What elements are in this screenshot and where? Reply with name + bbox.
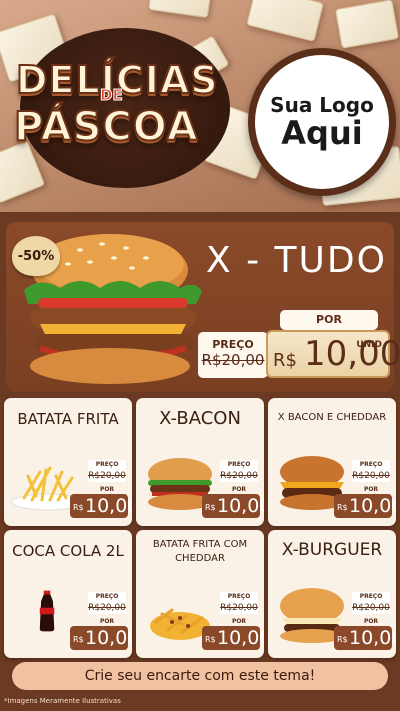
white-chocolate-piece	[334, 0, 400, 49]
currency: R$	[337, 635, 348, 644]
white-chocolate-piece	[246, 0, 324, 42]
product-card: COCA COLA 2L PREÇO R$20,00 POR R$ 10,00	[4, 530, 132, 658]
title-de: DE	[100, 86, 124, 105]
new-price: 10,00	[349, 627, 396, 649]
product-card: X-BURGUER PREÇO R$20,00 POR R$ 10,00	[268, 530, 396, 658]
por-label: POR	[280, 310, 378, 330]
product-name: X BACON E CHEDDAR	[277, 412, 387, 423]
new-price-tag: R$ 10,00	[70, 494, 132, 518]
price-label: PREÇO	[88, 592, 126, 602]
cta-banner[interactable]: Crie seu encarte com este tema!	[12, 662, 388, 690]
product-card: X-BACON PREÇO R$20,00 POR R$ 10,00	[136, 398, 264, 526]
old-price: R$20,00	[220, 602, 258, 614]
por-label: POR	[231, 618, 247, 625]
old-price: R$20,00	[88, 602, 126, 614]
new-price-tag: R$ 10,00	[70, 626, 132, 650]
new-price: 10,00	[304, 334, 400, 374]
new-price-tag: R$ 10,00	[334, 494, 396, 518]
por-label: POR	[99, 618, 115, 625]
soda-bottle-icon	[39, 590, 55, 632]
old-price: R$20,00	[352, 602, 390, 614]
product-card: X BACON E CHEDDAR PREÇO R$20,00 POR R$ 1…	[268, 398, 396, 526]
new-price-tag: R$ 10,00 UNID	[266, 330, 400, 378]
old-price: R$20,00	[220, 470, 258, 482]
price-label: PREÇO	[352, 460, 390, 470]
old-price: R$20,00	[88, 470, 126, 482]
price-label: PREÇO	[212, 338, 254, 351]
white-chocolate-piece	[148, 0, 212, 19]
product-name: X-BURGUER	[281, 540, 383, 560]
unit-label: UNID	[356, 340, 382, 350]
old-price: R$20,00	[201, 351, 265, 369]
new-price-tag: R$ 10,00	[334, 626, 396, 650]
price-label: PREÇO	[220, 460, 258, 470]
por-label: POR	[363, 618, 379, 625]
logo-placeholder: Sua Logo Aqui	[248, 48, 396, 196]
new-price: 10,00	[85, 627, 132, 649]
product-name: BATATA FRITA	[17, 410, 119, 428]
discount-badge: -50%	[12, 236, 60, 276]
new-price-tag: R$ 10,00	[202, 626, 264, 650]
header-banner: DELÍCIAS DE PÁSCOA Sua Logo Aqui	[0, 0, 400, 212]
old-price: R$20,00	[352, 470, 390, 482]
logo-text-line2: Aqui	[281, 114, 363, 153]
new-price-tag: R$ 10,00	[202, 494, 264, 518]
price-tag-old: PREÇO R$20,00	[198, 332, 268, 378]
title-pascoa: PÁSCOA	[13, 103, 199, 151]
new-price: 10,00	[217, 627, 264, 649]
new-price: 10,00	[217, 495, 264, 517]
currency: R$	[205, 503, 216, 512]
currency: R$	[273, 350, 297, 371]
product-name: COCA COLA 2L	[12, 542, 124, 560]
footnote: *Imagens Meramente Ilustrativas	[4, 697, 121, 705]
product-name: BATATA FRITA COM CHEDDAR	[152, 539, 248, 564]
por-label: POR	[231, 486, 247, 493]
price-label: PREÇO	[220, 592, 258, 602]
product-card: BATATA FRITA PREÇO R$20,00 POR R$ 10,00	[4, 398, 132, 526]
currency: R$	[337, 503, 348, 512]
price-label: PREÇO	[88, 460, 126, 470]
product-name: X-BACON	[159, 408, 241, 429]
new-price: 10,00	[85, 495, 132, 517]
currency: R$	[205, 635, 216, 644]
product-card: BATATA FRITA COM CHEDDAR PREÇO R$20,00 P…	[136, 530, 264, 658]
new-price: 10,00	[349, 495, 396, 517]
currency: R$	[73, 503, 84, 512]
por-label: POR	[99, 486, 115, 493]
currency: R$	[73, 635, 84, 644]
price-label: PREÇO	[352, 592, 390, 602]
por-label: POR	[363, 486, 379, 493]
featured-product-name: X - TUDO	[206, 240, 387, 281]
